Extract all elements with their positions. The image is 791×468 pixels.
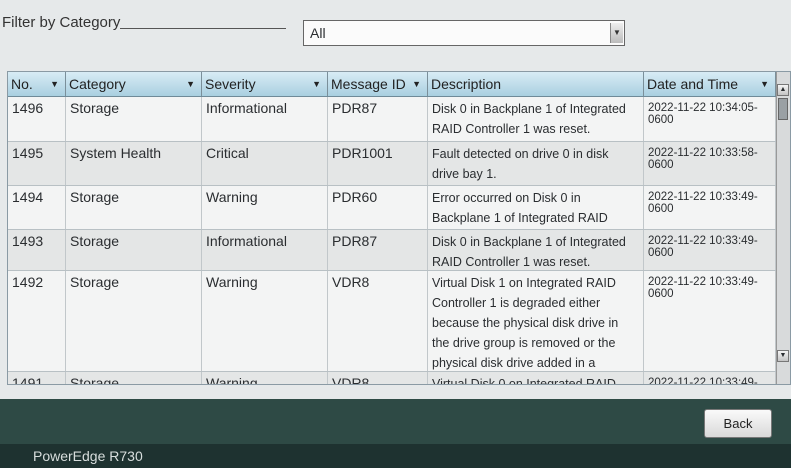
cell-date-time: 2022-11-22 10:33:49-0600	[644, 271, 776, 371]
cell-message-id: VDR8	[328, 271, 428, 371]
cell-no: 1492	[8, 271, 66, 371]
category-filter-value: All	[310, 25, 326, 41]
cell-no: 1496	[8, 97, 66, 141]
table-body: 1496 Storage Informational PDR87 Disk 0 …	[8, 97, 776, 384]
column-label: No.	[11, 76, 33, 92]
scroll-down-icon[interactable]: ▼	[777, 350, 789, 362]
cell-description: Fault detected on drive 0 in disk drive …	[428, 142, 644, 185]
cell-date-time: 2022-11-22 10:33:49-0600	[644, 230, 776, 270]
cell-category: Storage	[66, 271, 202, 371]
scroll-up-icon[interactable]: ▲	[777, 84, 789, 96]
sort-icon[interactable]: ▼	[50, 79, 59, 89]
cell-message-id: PDR87	[328, 97, 428, 141]
column-header-message-id[interactable]: Message ID ▼	[328, 72, 428, 96]
sort-icon[interactable]: ▼	[312, 79, 321, 89]
vertical-scrollbar[interactable]: ▲ ▼	[776, 72, 790, 384]
cell-description: Error occurred on Disk 0 in Backplane 1 …	[428, 186, 644, 245]
cell-date-time: 2022-11-22 10:34:05-0600	[644, 97, 776, 141]
sort-icon[interactable]: ▼	[760, 79, 769, 89]
event-log-table: No. ▼ Category ▼ Severity ▼ Message ID ▼…	[7, 71, 791, 385]
cell-message-id: PDR87	[328, 230, 428, 270]
cell-message-id: VDR8	[328, 372, 428, 384]
column-label: Date and Time	[647, 76, 739, 92]
cell-category: Storage	[66, 230, 202, 270]
table-row[interactable]: 1496 Storage Informational PDR87 Disk 0 …	[8, 97, 776, 142]
cell-description: Disk 0 in Backplane 1 of Integrated RAID…	[428, 97, 644, 141]
server-model: PowerEdge R730	[33, 448, 143, 464]
cell-severity: Warning	[202, 372, 328, 384]
column-header-severity[interactable]: Severity ▼	[202, 72, 328, 96]
cell-message-id: PDR60	[328, 186, 428, 229]
cell-severity: Warning	[202, 186, 328, 229]
column-label: Description	[431, 76, 502, 92]
cell-description: Disk 0 in Backplane 1 of Integrated RAID…	[428, 230, 644, 270]
sort-icon[interactable]: ▼	[186, 79, 195, 89]
table-header: No. ▼ Category ▼ Severity ▼ Message ID ▼…	[8, 72, 776, 97]
cell-description: Virtual Disk 0 on Integrated RAID	[428, 372, 644, 384]
table-row[interactable]: 1494 Storage Warning PDR60 Error occurre…	[8, 186, 776, 245]
cell-category: System Health	[66, 142, 202, 185]
cell-no: 1491	[8, 372, 66, 384]
filter-label: Filter by Category	[2, 14, 121, 31]
column-label: Message ID	[331, 76, 406, 92]
column-header-category[interactable]: Category ▼	[66, 72, 202, 96]
cell-severity: Informational	[202, 97, 328, 141]
column-header-date-time[interactable]: Date and Time ▼	[644, 72, 776, 96]
chevron-down-icon[interactable]: ▼	[610, 23, 623, 43]
cell-description: Virtual Disk 1 on Integrated RAID Contro…	[428, 271, 644, 384]
cell-severity: Critical	[202, 142, 328, 185]
column-label: Severity	[205, 76, 256, 92]
cell-date-time: 2022-11-22 10:33:49-0600	[644, 186, 776, 229]
cell-category: Storage	[66, 372, 202, 384]
column-header-no[interactable]: No. ▼	[8, 72, 66, 96]
cell-category: Storage	[66, 186, 202, 229]
filter-divider	[120, 28, 286, 29]
cell-severity: Informational	[202, 230, 328, 270]
sort-icon[interactable]: ▼	[412, 79, 421, 89]
table-row[interactable]: 1492 Storage Warning VDR8 Virtual Disk 1…	[8, 271, 776, 384]
cell-no: 1495	[8, 142, 66, 185]
cell-category: Storage	[66, 97, 202, 141]
cell-date-time: 2022-11-22 10:33:49-0600	[644, 372, 776, 384]
column-label: Category	[69, 76, 126, 92]
table-row[interactable]: 1491 Storage Warning VDR8 Virtual Disk 0…	[8, 372, 776, 384]
cell-no: 1493	[8, 230, 66, 270]
cell-date-time: 2022-11-22 10:33:58-0600	[644, 142, 776, 185]
back-button[interactable]: Back	[704, 409, 772, 438]
cell-no: 1494	[8, 186, 66, 229]
column-header-description[interactable]: Description	[428, 72, 644, 96]
footer-bar: PowerEdge R730	[0, 444, 791, 468]
scrollbar-thumb[interactable]	[778, 98, 788, 120]
table-row[interactable]: 1493 Storage Informational PDR87 Disk 0 …	[8, 230, 776, 271]
cell-severity: Warning	[202, 271, 328, 371]
table-row[interactable]: 1495 System Health Critical PDR1001 Faul…	[8, 142, 776, 186]
category-filter-select[interactable]: All ▼	[303, 20, 625, 46]
cell-message-id: PDR1001	[328, 142, 428, 185]
action-bar	[0, 399, 791, 444]
